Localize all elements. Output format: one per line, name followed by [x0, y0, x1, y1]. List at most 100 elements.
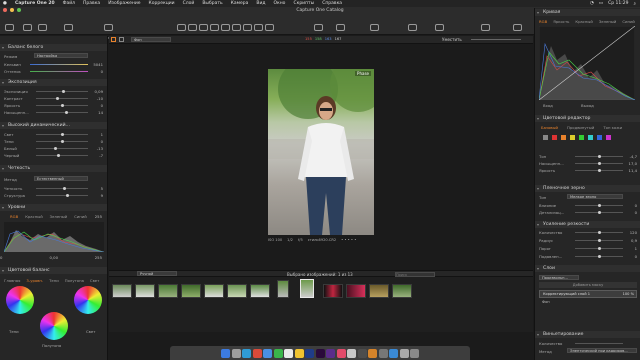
slider-knob[interactable] — [597, 211, 601, 214]
color-balance-header[interactable]: Цветовой баланс — [0, 267, 107, 274]
thumbnail[interactable] — [204, 284, 224, 298]
adjustment-slider[interactable] — [36, 195, 88, 196]
curve-tab-luma[interactable]: Яркость — [553, 19, 569, 24]
cb-tab-highlights[interactable]: Свет — [90, 278, 99, 283]
pointer-icon[interactable] — [176, 24, 186, 31]
curve-tab-rgb[interactable]: RGB — [539, 19, 547, 24]
swatch-all[interactable] — [543, 135, 548, 140]
photoshop-icon[interactable] — [305, 348, 314, 358]
thumbnail[interactable] — [392, 284, 412, 298]
mail-icon[interactable] — [263, 348, 272, 358]
vignette-method-select[interactable]: Элептический при кадриров... — [567, 348, 637, 353]
swatch-blue[interactable] — [597, 135, 602, 140]
slider-knob[interactable] — [60, 104, 64, 107]
slider-knob[interactable] — [597, 247, 601, 250]
slider-value[interactable]: 1 — [89, 132, 103, 137]
slider-value[interactable]: -7 — [89, 153, 103, 158]
slider-knob[interactable] — [56, 97, 60, 100]
thumbnail[interactable] — [181, 284, 201, 298]
levels-left-value[interactable]: 0 — [0, 255, 14, 260]
pan-icon[interactable] — [187, 24, 197, 31]
slider-knob[interactable] — [597, 169, 601, 172]
keystone-icon[interactable] — [231, 24, 241, 31]
thumbnail[interactable] — [250, 284, 270, 298]
slider-value[interactable]: -10 — [89, 96, 103, 101]
slider-value[interactable]: 0 — [89, 103, 103, 108]
grid-view-icon[interactable] — [111, 37, 116, 42]
zoom-slider[interactable] — [471, 39, 521, 40]
ce-tab-advanced[interactable]: Продвинутый — [567, 125, 594, 130]
slider-knob[interactable] — [597, 155, 601, 158]
notes-icon[interactable] — [294, 348, 304, 358]
capture-one-icon[interactable] — [347, 348, 356, 358]
curve-tab-green[interactable]: Зеленый — [599, 19, 616, 24]
slider-value[interactable]: 0,9 — [623, 238, 637, 243]
trash-icon[interactable] — [410, 348, 419, 358]
battery-icon[interactable]: ▭ — [599, 1, 603, 6]
vignette-amount-slider[interactable] — [575, 343, 623, 344]
grain-header[interactable]: Пленочное зерно — [535, 185, 640, 192]
main-photo[interactable]: Phase — [268, 56, 386, 235]
clarity-method-select[interactable]: Естественный — [34, 176, 88, 181]
layer-row-adjustment[interactable]: Корректирующий слой 1 100 % — [539, 290, 637, 298]
slider-value[interactable]: 120 — [623, 230, 637, 235]
slider-knob[interactable] — [597, 231, 601, 234]
slider-knob[interactable] — [597, 239, 601, 242]
adjustment-slider[interactable] — [36, 112, 88, 113]
menu-adjustments[interactable]: Коррекции — [149, 1, 175, 6]
after-effects-icon[interactable] — [326, 348, 335, 358]
chrome-icon[interactable] — [252, 348, 262, 358]
thumbnail[interactable] — [323, 284, 343, 298]
shadows-color-wheel[interactable] — [6, 286, 34, 314]
safari-icon[interactable] — [242, 348, 251, 358]
cb-tab-midtones[interactable]: Полутона — [65, 278, 84, 283]
close-window-button[interactable] — [3, 8, 7, 12]
thumbnail[interactable] — [112, 284, 132, 298]
slider-knob[interactable] — [597, 162, 601, 165]
layer-type-select[interactable]: Произвольн... — [539, 275, 579, 280]
levels-mid-value[interactable]: 0,00 — [44, 255, 58, 260]
add-mask-button[interactable]: Добавить маску — [539, 282, 637, 288]
menu-camera[interactable]: Камера — [231, 1, 249, 6]
thumbnail[interactable] — [135, 284, 155, 298]
menu-scripts[interactable]: Скрипты — [293, 1, 314, 6]
crop-tool-icon[interactable] — [209, 24, 219, 31]
minimize-window-button[interactable] — [10, 8, 14, 12]
layers-header[interactable]: Слои — [535, 265, 640, 272]
curve-tab-red[interactable]: Красный — [575, 19, 592, 24]
sharpening-header[interactable]: Усиление резкости — [535, 221, 640, 228]
brush-icon[interactable] — [242, 24, 252, 31]
slider-value[interactable]: 0 — [89, 139, 103, 144]
calendar-icon[interactable] — [284, 348, 293, 358]
ce-tab-basic[interactable]: Базовый — [541, 125, 558, 130]
downloads-icon[interactable] — [399, 348, 409, 358]
thumbnail[interactable] — [369, 284, 389, 298]
menu-edit[interactable]: Правка — [83, 1, 100, 6]
slider-knob[interactable] — [54, 147, 58, 150]
slider-value[interactable]: -13 — [89, 146, 103, 151]
menu-window[interactable]: Окно — [273, 1, 285, 6]
messages-icon[interactable] — [273, 348, 283, 358]
picker-icon[interactable] — [264, 24, 274, 31]
cb-tab-main[interactable]: Главная — [4, 278, 20, 283]
menu-select[interactable]: Выбрать — [202, 1, 222, 6]
thumbnail[interactable] — [277, 280, 289, 298]
appstore-icon[interactable] — [389, 348, 398, 358]
layer-opacity[interactable]: 100 % — [623, 291, 634, 297]
swatch-green[interactable] — [579, 135, 584, 140]
slider-knob[interactable] — [60, 140, 64, 143]
slider-knob[interactable] — [597, 204, 601, 207]
slider-value[interactable]: 14 — [89, 110, 103, 115]
cb-tab-shadows[interactable]: Тени — [49, 278, 59, 283]
wb-kelvin-value[interactable]: 5041 — [89, 62, 103, 67]
adjustment-slider[interactable] — [36, 148, 88, 149]
thumbnail-selected[interactable] — [300, 279, 314, 298]
viewer-mode-select[interactable]: Фон — [131, 37, 171, 42]
menu-help[interactable]: Справка — [322, 1, 342, 6]
clock[interactable]: Ср 11:29 — [608, 1, 628, 6]
adjustment-slider[interactable] — [36, 155, 88, 156]
curves-header[interactable]: Кривая — [535, 9, 640, 16]
hdr-header[interactable]: Высокий динамический... — [0, 122, 107, 129]
zoom-window-button[interactable] — [17, 8, 21, 12]
vignetting-header[interactable]: Виньетирование — [535, 331, 640, 338]
